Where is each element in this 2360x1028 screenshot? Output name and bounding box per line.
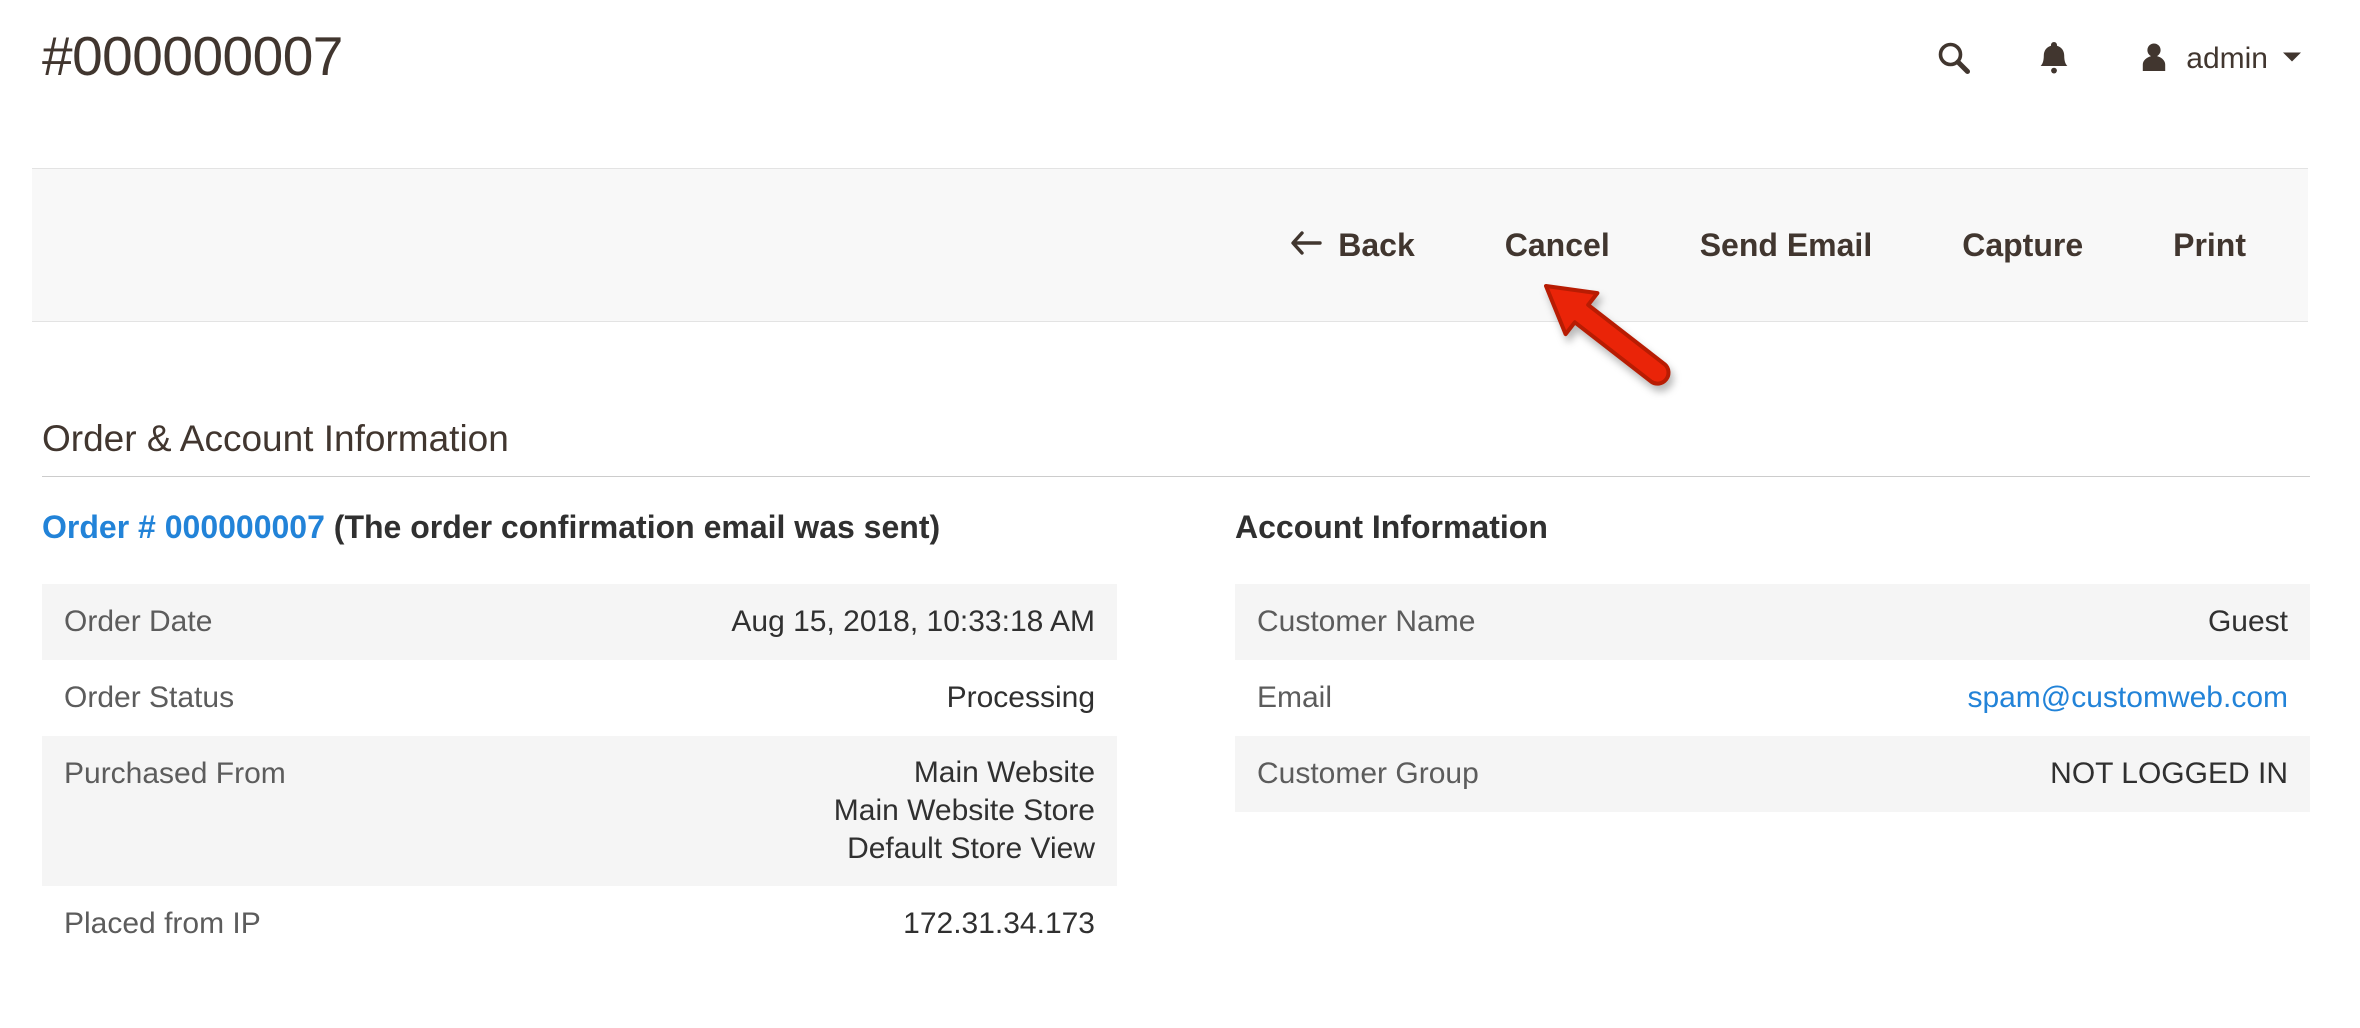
customer-email-link[interactable]: spam@customweb.com — [1967, 681, 2288, 714]
order-heading: Order # 000000007 (The order confirmatio… — [42, 509, 1117, 546]
table-row: Placed from IP 172.31.34.173 — [42, 886, 1117, 962]
row-label: Order Status — [42, 660, 466, 736]
table-row: Customer Name Guest — [1235, 584, 2310, 660]
back-arrow-icon — [1290, 227, 1322, 264]
order-information-panel: Order # 000000007 (The order confirmatio… — [42, 509, 1117, 962]
capture-button[interactable]: Capture — [1962, 227, 2083, 264]
row-value: Processing — [466, 660, 1117, 736]
search-icon — [1936, 40, 1972, 79]
row-label: Purchased From — [42, 736, 466, 886]
search-button[interactable] — [1936, 40, 1972, 79]
account-heading: Account Information — [1235, 509, 2310, 546]
row-label: Customer Group — [1235, 736, 1688, 812]
order-heading-suffix: (The order confirmation email was sent) — [334, 509, 940, 545]
row-value: NOT LOGGED IN — [1688, 736, 2310, 812]
store-view: Default Store View — [488, 830, 1095, 868]
account-information-panel: Account Information Customer Name Guest … — [1235, 509, 2310, 962]
info-columns: Order # 000000007 (The order confirmatio… — [42, 509, 2310, 962]
order-info-table: Order Date Aug 15, 2018, 10:33:18 AM Ord… — [42, 584, 1117, 962]
order-number-link[interactable]: Order # 000000007 — [42, 509, 325, 545]
order-actions-toolbar: Back Cancel Send Email Capture Print — [32, 168, 2308, 322]
admin-username: admin — [2186, 42, 2268, 76]
row-value: Aug 15, 2018, 10:33:18 AM — [466, 584, 1117, 660]
admin-account-menu[interactable]: admin — [2136, 39, 2302, 80]
print-button[interactable]: Print — [2173, 227, 2246, 264]
account-info-table: Customer Name Guest Email spam@customweb… — [1235, 584, 2310, 812]
table-row: Email spam@customweb.com — [1235, 660, 2310, 736]
table-row: Order Status Processing — [42, 660, 1117, 736]
section-title: Order & Account Information — [42, 418, 2310, 477]
row-value: Guest — [1688, 584, 2310, 660]
page-title: #000000007 — [42, 24, 343, 88]
row-label: Customer Name — [1235, 584, 1688, 660]
order-account-section: Order & Account Information Order # 0000… — [42, 418, 2310, 962]
table-row: Order Date Aug 15, 2018, 10:33:18 AM — [42, 584, 1117, 660]
cancel-button[interactable]: Cancel — [1505, 227, 1610, 264]
page-header: #000000007 a — [0, 0, 2360, 88]
table-row: Customer Group NOT LOGGED IN — [1235, 736, 2310, 812]
row-label: Placed from IP — [42, 886, 466, 962]
header-actions: admin — [1936, 39, 2302, 80]
row-label: Order Date — [42, 584, 466, 660]
row-value: 172.31.34.173 — [466, 886, 1117, 962]
row-value: Main Website Main Website Store Default … — [466, 736, 1117, 886]
chevron-down-icon — [2282, 50, 2302, 68]
row-label: Email — [1235, 660, 1688, 736]
table-row: Purchased From Main Website Main Website… — [42, 736, 1117, 886]
send-email-button[interactable]: Send Email — [1700, 227, 1873, 264]
back-button[interactable]: Back — [1290, 227, 1415, 264]
store-website: Main Website — [488, 754, 1095, 792]
row-value: spam@customweb.com — [1688, 660, 2310, 736]
back-button-label: Back — [1338, 227, 1415, 264]
bell-icon — [2036, 39, 2072, 80]
notifications-button[interactable] — [2036, 39, 2072, 80]
store-group: Main Website Store — [488, 792, 1095, 830]
user-icon — [2136, 39, 2172, 80]
